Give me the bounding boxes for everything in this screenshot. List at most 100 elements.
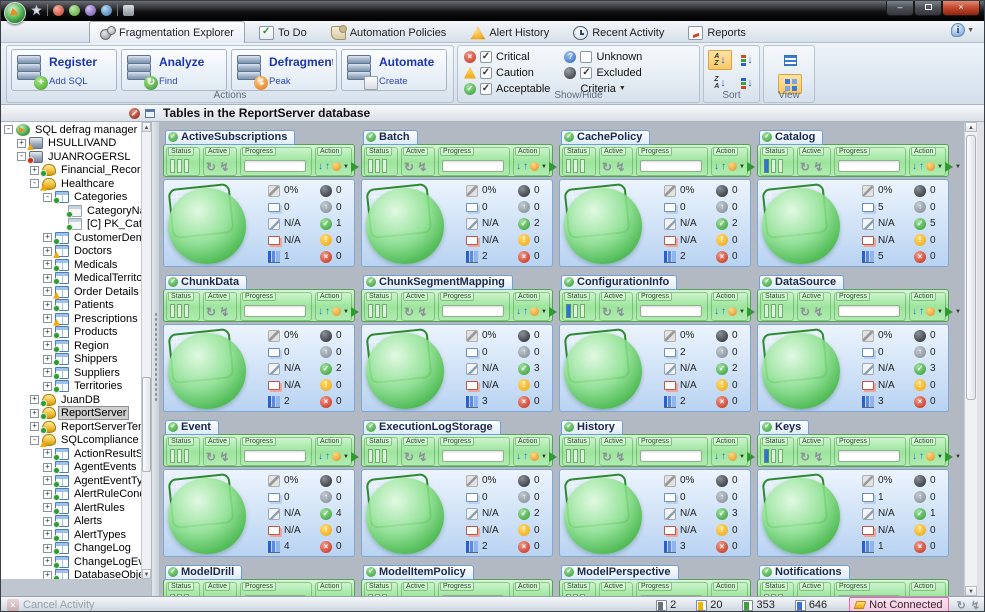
showhide-unknown[interactable]: Unknown xyxy=(564,50,642,63)
defrag-icon[interactable] xyxy=(69,5,80,16)
scrollbar-thumb[interactable] xyxy=(142,377,151,472)
move-up-icon[interactable]: ↑ xyxy=(325,450,330,464)
move-down-icon[interactable]: ↓ xyxy=(516,450,521,464)
lightning-icon[interactable]: ↯ xyxy=(615,305,625,319)
table-name-tab[interactable]: ✓ Event xyxy=(165,420,219,435)
move-up-icon[interactable]: ↑ xyxy=(523,305,528,319)
tree-expander[interactable]: + xyxy=(43,368,52,377)
sort-status-asc-button[interactable]: ↓ xyxy=(735,50,759,70)
tree-expander[interactable]: + xyxy=(43,314,52,323)
tree-expander[interactable]: + xyxy=(43,530,52,539)
minimize-button[interactable]: – xyxy=(886,1,914,16)
refresh-icon[interactable]: ↻ xyxy=(602,450,612,464)
tree-item-reportserver[interactable]: + ReportServer xyxy=(1,407,141,421)
compact-icon[interactable] xyxy=(332,452,341,461)
move-down-icon[interactable]: ↓ xyxy=(912,305,917,319)
tree-item-healthcare[interactable]: - Healthcare xyxy=(1,177,141,191)
compact-icon[interactable] xyxy=(530,162,539,171)
move-up-icon[interactable]: ↑ xyxy=(523,450,528,464)
tree-item-medicalterritories[interactable]: + MedicalTerritories xyxy=(1,272,141,286)
table-name-tab[interactable]: ✓ Batch xyxy=(363,130,418,145)
move-up-icon[interactable]: ↑ xyxy=(919,160,924,174)
refresh-icon[interactable]: ↻ xyxy=(602,160,612,174)
showhide-excluded[interactable]: ✓ Excluded xyxy=(564,66,642,79)
tree-item-reportservertempdb[interactable]: + ReportServerTempDB xyxy=(1,420,141,434)
table-name-tab[interactable]: ✓ Keys xyxy=(759,420,809,435)
tree-expander[interactable]: + xyxy=(30,409,39,418)
compact-icon[interactable] xyxy=(728,452,737,461)
move-up-icon[interactable]: ↑ xyxy=(919,450,924,464)
scroll-up-icon[interactable]: ▲ xyxy=(142,122,151,132)
analyze-button[interactable]: ↻ Analyze Find fragmented hotspots xyxy=(121,49,227,91)
run-icon[interactable] xyxy=(351,162,359,172)
move-down-icon[interactable]: ↓ xyxy=(516,305,521,319)
checkbox[interactable] xyxy=(580,51,592,63)
tree-item-shippers[interactable]: + Shippers xyxy=(1,353,141,367)
tree-item-suppliers[interactable]: + Suppliers xyxy=(1,366,141,380)
print-icon[interactable] xyxy=(123,5,134,16)
tree-expander[interactable]: + xyxy=(43,449,52,458)
lightning-icon[interactable]: ↯ xyxy=(615,450,625,464)
cards-scrollbar[interactable]: ▲ ▼ xyxy=(964,122,977,596)
tab-to-do[interactable]: To Do xyxy=(249,23,317,43)
tree-item-prescriptions[interactable]: + Prescriptions xyxy=(1,312,141,326)
register-button[interactable]: + Register Add SQL Servers to SQL defrag… xyxy=(11,49,117,91)
tree-expander[interactable]: + xyxy=(43,463,52,472)
table-name-tab[interactable]: ✓ ChunkData xyxy=(165,275,247,290)
view-list-button[interactable] xyxy=(778,50,802,70)
tree-expander[interactable]: + xyxy=(17,139,26,148)
defragment-button[interactable]: ↯ Defragment Peak performance, reclaim r… xyxy=(231,49,337,91)
tree-item-sql-defrag-manager[interactable]: - SQL defrag manager xyxy=(1,123,141,137)
tree-expander[interactable]: + xyxy=(30,166,39,175)
move-up-icon[interactable]: ↑ xyxy=(919,305,924,319)
refresh-icon[interactable] xyxy=(101,5,112,16)
compact-icon[interactable] xyxy=(728,162,737,171)
tree-item-territories[interactable]: + Territories xyxy=(1,380,141,394)
refresh-icon[interactable]: ↻ xyxy=(800,160,810,174)
checkbox[interactable]: ✓ xyxy=(480,67,492,79)
compact-icon[interactable] xyxy=(332,307,341,316)
tree-item-hsullivand[interactable]: + HSULLIVAND xyxy=(1,137,141,151)
lightning-icon[interactable]: ↯ xyxy=(219,305,229,319)
tree-item-customerdemographics[interactable]: + CustomerDemographics xyxy=(1,231,141,245)
refresh-icon[interactable]: ↻ xyxy=(404,160,414,174)
run-icon[interactable] xyxy=(549,162,557,172)
tree-item--c-pk-categories[interactable]: [C] PK_Categories xyxy=(1,218,141,232)
run-icon[interactable] xyxy=(549,452,557,462)
refresh-icon[interactable]: ↻ xyxy=(206,450,216,464)
run-icon[interactable] xyxy=(549,307,557,317)
tree-expander[interactable]: + xyxy=(43,517,52,526)
run-icon[interactable] xyxy=(945,452,953,462)
app-menu-button[interactable] xyxy=(4,2,26,24)
tree-expander[interactable]: + xyxy=(43,233,52,242)
run-icon[interactable] xyxy=(945,307,953,317)
showhide-caution[interactable]: ✓ Caution xyxy=(464,66,550,79)
refresh-icon[interactable]: ↻ xyxy=(602,305,612,319)
tree-item-region[interactable]: + Region xyxy=(1,339,141,353)
run-icon[interactable] xyxy=(351,452,359,462)
move-down-icon[interactable]: ↓ xyxy=(318,160,323,174)
table-name-tab[interactable]: ✓ Notifications xyxy=(759,565,850,580)
tree-item-changelogeventtypes[interactable]: + ChangeLogEventTypes xyxy=(1,555,141,569)
move-up-icon[interactable]: ↑ xyxy=(721,450,726,464)
move-up-icon[interactable]: ↑ xyxy=(325,160,330,174)
scroll-down-icon[interactable]: ▼ xyxy=(142,569,151,579)
table-name-tab[interactable]: ✓ ChunkSegmentMapping xyxy=(363,275,513,290)
scroll-down-icon[interactable]: ▼ xyxy=(965,586,977,596)
lightning-icon[interactable]: ↯ xyxy=(219,160,229,174)
table-name-tab[interactable]: ✓ ModelItemPolicy xyxy=(363,565,474,580)
run-icon[interactable] xyxy=(747,452,755,462)
lightning-icon[interactable]: ↯ xyxy=(417,305,427,319)
run-icon[interactable] xyxy=(747,162,755,172)
scrollbar-thumb[interactable] xyxy=(966,135,976,400)
table-name-tab[interactable]: ✓ ConfigurationInfo xyxy=(561,275,677,290)
showhide-critical[interactable]: ✓ Critical xyxy=(464,50,550,63)
lightning-icon[interactable]: ↯ xyxy=(813,305,823,319)
tree-expander[interactable]: - xyxy=(43,193,52,202)
tree-expander[interactable]: + xyxy=(30,395,39,404)
move-up-icon[interactable]: ↑ xyxy=(523,160,528,174)
tree-expander[interactable]: + xyxy=(43,355,52,364)
tree-expander[interactable]: - xyxy=(17,152,26,161)
pin-icon[interactable] xyxy=(31,5,42,16)
tab-automation-policies[interactable]: Automation Policies xyxy=(321,23,457,43)
